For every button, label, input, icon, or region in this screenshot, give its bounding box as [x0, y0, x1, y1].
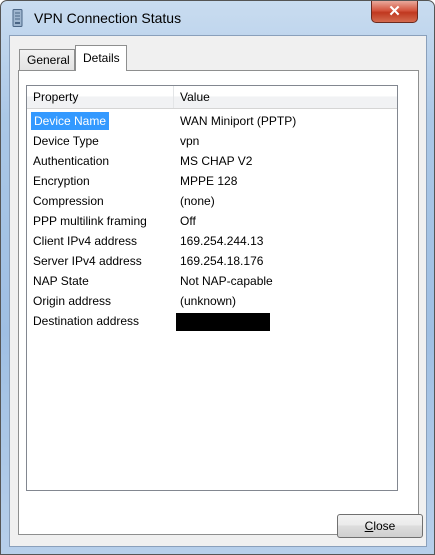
row-property: Client IPv4 address: [33, 234, 138, 248]
list-header: Property Value: [27, 86, 397, 109]
table-row[interactable]: Device Name WAN Miniport (PPTP): [27, 111, 397, 131]
table-row[interactable]: Client IPv4 address 169.254.244.13: [27, 231, 397, 251]
row-property: Encryption: [33, 174, 90, 188]
row-property: Device Type: [33, 134, 99, 148]
column-header-property[interactable]: Property: [27, 86, 174, 108]
window-title: VPN Connection Status: [34, 10, 182, 26]
close-button[interactable]: Close: [337, 514, 423, 538]
network-connection-icon: [12, 9, 23, 27]
column-header-value[interactable]: Value: [174, 86, 397, 108]
tab-details-label: Details: [83, 51, 120, 65]
close-icon: ✕: [388, 3, 401, 20]
row-property: NAP State: [33, 274, 89, 288]
row-property: Server IPv4 address: [33, 254, 142, 268]
close-button-label-rest: lose: [373, 519, 396, 533]
details-list[interactable]: Property Value Device Name WAN Miniport …: [26, 85, 398, 491]
tab-general[interactable]: General: [19, 49, 75, 70]
row-value: vpn: [180, 134, 200, 148]
row-value: (unknown): [180, 294, 237, 308]
tab-details[interactable]: Details: [75, 45, 127, 71]
row-property: Origin address: [33, 294, 112, 308]
table-row[interactable]: Encryption MPPE 128: [27, 171, 397, 191]
row-value: Not NAP-capable: [180, 274, 273, 288]
row-property: PPP multilink framing: [33, 214, 147, 228]
table-row[interactable]: PPP multilink framing Off: [27, 211, 397, 231]
title-bar[interactable]: VPN Connection Status ✕: [1, 1, 434, 35]
table-row[interactable]: Authentication MS CHAP V2: [27, 151, 397, 171]
redaction-block: [176, 312, 270, 331]
table-row[interactable]: Server IPv4 address 169.254.18.176: [27, 251, 397, 271]
tab-general-label: General: [27, 53, 70, 67]
row-value: 169.254.244.13: [180, 234, 264, 248]
row-value: 169.254.18.176: [180, 254, 264, 268]
row-value-redacted: [176, 311, 270, 331]
row-value: MPPE 128: [180, 174, 238, 188]
dialog-window: VPN Connection Status ✕ General Details …: [0, 0, 435, 555]
row-property: Compression: [33, 194, 104, 208]
row-value: Off: [180, 214, 196, 228]
table-row[interactable]: Compression (none): [27, 191, 397, 211]
row-value: MS CHAP V2: [180, 154, 253, 168]
table-row[interactable]: Origin address (unknown): [27, 291, 397, 311]
row-value: WAN Miniport (PPTP): [180, 114, 297, 128]
table-row[interactable]: Device Type vpn: [27, 131, 397, 151]
row-property: Authentication: [33, 154, 110, 168]
dialog-client-area: General Details Property Value Device Na…: [9, 35, 427, 547]
table-row[interactable]: Destination address: [27, 311, 397, 331]
row-property: Device Name: [31, 112, 110, 130]
row-value: (none): [180, 194, 215, 208]
table-row[interactable]: NAP State Not NAP-capable: [27, 271, 397, 291]
window-close-button[interactable]: ✕: [371, 1, 418, 23]
row-property: Destination address: [33, 314, 140, 328]
